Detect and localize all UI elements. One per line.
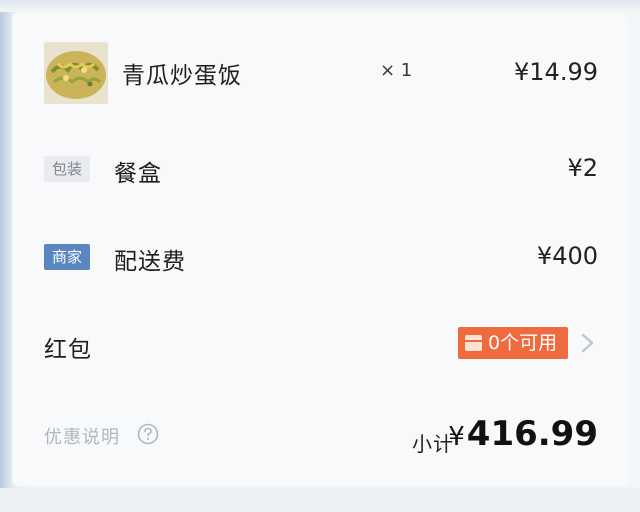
order-card: 青瓜炒蛋饭 × 1 ¥14.99 包装 餐盒 ¥2 商家 配送费 ¥400 红包… [12,12,628,486]
item-quantity: × 1 [380,60,413,81]
red-packet-badge-text: 0个可用 [488,332,558,354]
chevron-right-icon[interactable] [580,332,596,354]
merchant-tag: 商家 [44,244,91,270]
delivery-fee-label: 配送费 [114,249,186,275]
question-mark-icon[interactable] [137,423,159,445]
red-packet-badge[interactable]: 0个可用 [458,327,568,359]
subtotal-currency: ¥ [448,422,465,452]
packaging-fee-price: ¥2 [567,154,598,182]
subtotal-amount: 416.99 [466,414,598,454]
delivery-fee-price: ¥400 [536,242,598,270]
red-packet-label: 红包 [44,337,92,363]
bottom-strip [0,488,640,512]
top-band [0,0,640,12]
red-packet-icon [465,335,482,351]
discount-note[interactable]: 优惠说明 [44,423,120,449]
packaging-fee-label: 餐盒 [114,161,162,187]
subtotal-value: ¥416.99 [448,414,598,454]
food-thumbnail-icon[interactable] [44,42,108,104]
item-price: ¥14.99 [514,58,598,86]
item-name: 青瓜炒蛋饭 [122,63,242,89]
order-summary-screen: 青瓜炒蛋饭 × 1 ¥14.99 包装 餐盒 ¥2 商家 配送费 ¥400 红包… [0,0,640,512]
packaging-tag: 包装 [44,156,91,182]
